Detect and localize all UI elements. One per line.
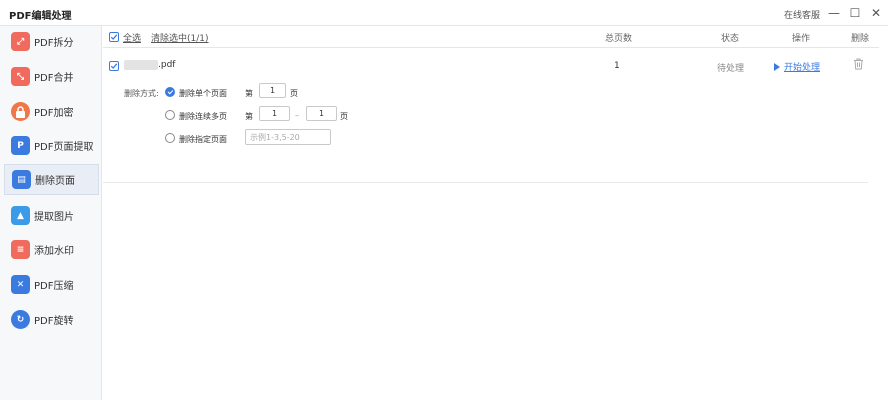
list-header: 全选 清除选中(1/1) 总页数 状态 操作 删除 [103,26,888,48]
page-prefix: 第 [245,89,253,98]
sidebar-item-label: PDF拆分 [34,38,74,49]
check-icon [110,34,118,40]
range-to-input[interactable]: 1 [306,106,337,121]
col-total-pages: 总页数 [605,34,633,44]
vertical-scrollbar[interactable] [879,26,888,400]
radio-delete-specified-label: 删除指定页面 [179,135,227,144]
lock-icon [11,102,30,121]
select-all-checkbox[interactable] [109,32,119,42]
radio-delete-range[interactable] [165,110,175,120]
start-process-label: 开始处理 [784,63,821,73]
app-title: PDF编辑处理 [9,11,72,22]
close-button[interactable]: ✕ [867,4,885,22]
sidebar-item-pdf-extract-page[interactable]: P PDF页面提取 [4,130,99,161]
total-pages-value: 1 [614,61,620,71]
sidebar-item-add-watermark[interactable]: ≡ 添加水印 [4,234,99,265]
sidebar-item-label: 提取图片 [34,212,74,223]
sidebar-item-label: 添加水印 [34,246,74,257]
sidebar-item-pdf-rotate[interactable]: ↻ PDF旋转 [4,304,99,335]
lock-shape [16,105,25,118]
radio-delete-specified[interactable] [165,133,175,143]
play-icon [774,62,780,71]
sidebar-item-label: PDF旋转 [34,316,74,327]
compress-icon: ✕ [11,275,30,294]
sidebar: ⤢ PDF拆分 ⤡ PDF合并 PDF加密 P PDF页面提取 ▤ 删除页面 ▲… [0,26,102,400]
sidebar-item-label: PDF合并 [34,73,74,84]
file-checkbox[interactable] [109,61,119,71]
col-delete: 删除 [851,34,870,44]
rotate-icon: ↻ [11,310,30,329]
page-suffix: 页 [290,89,298,98]
select-all-link[interactable]: 全选 [123,31,141,44]
status-value: 待处理 [717,64,745,74]
sidebar-item-extract-image[interactable]: ▲ 提取图片 [4,200,99,231]
col-action: 操作 [792,34,811,44]
delete-mode-label: 删除方式: [124,89,159,98]
clear-selected-link[interactable]: 清除选中(1/1) [151,31,209,44]
maximize-button[interactable]: ☐ [846,4,864,22]
sidebar-item-pdf-split[interactable]: ⤢ PDF拆分 [4,26,99,57]
file-name: .pdf [158,60,176,70]
title-bar: PDF编辑处理 在线客服 — ☐ ✕ [0,0,888,26]
check-icon [110,63,118,69]
sidebar-item-pdf-compress[interactable]: ✕ PDF压缩 [4,269,99,300]
sidebar-item-label: PDF加密 [34,108,74,119]
col-status: 状态 [721,34,740,44]
radio-delete-single-label: 删除单个页面 [179,89,227,98]
extract-page-icon: P [11,136,30,155]
image-icon: ▲ [11,206,30,225]
trash-icon[interactable] [853,58,864,73]
range-separator: – [295,111,299,120]
file-row: .pdf 1 待处理 开始处理 删除方式: 删除单个页面 第 1 页 删除连续多… [103,48,868,183]
specified-pages-input[interactable]: 示例1-3,5-20 [245,129,331,145]
radio-delete-range-label: 删除连续多页 [179,112,227,121]
split-icon: ⤢ [11,32,30,51]
radio-delete-single[interactable] [165,87,175,97]
file-name-redacted [124,60,158,70]
main-panel: 全选 清除选中(1/1) 总页数 状态 操作 删除 .pdf 1 待处理 开始处… [103,26,888,400]
sidebar-item-pdf-encrypt[interactable]: PDF加密 [4,96,99,127]
start-process-button[interactable]: 开始处理 [774,60,820,73]
sidebar-item-label: 删除页面 [35,176,75,187]
single-page-input[interactable]: 1 [259,83,286,98]
sidebar-item-label: PDF页面提取 [34,142,94,153]
page-prefix: 第 [245,112,253,121]
delete-page-icon: ▤ [12,170,31,189]
sidebar-item-label: PDF压缩 [34,281,74,292]
merge-icon: ⤡ [11,67,30,86]
online-service-link[interactable]: 在线客服 [784,8,820,21]
sidebar-item-pdf-merge[interactable]: ⤡ PDF合并 [4,61,99,92]
sidebar-item-delete-page[interactable]: ▤ 删除页面 [4,164,99,195]
range-from-input[interactable]: 1 [259,106,290,121]
page-suffix: 页 [340,112,348,121]
minimize-button[interactable]: — [825,4,843,22]
watermark-icon: ≡ [11,240,30,259]
